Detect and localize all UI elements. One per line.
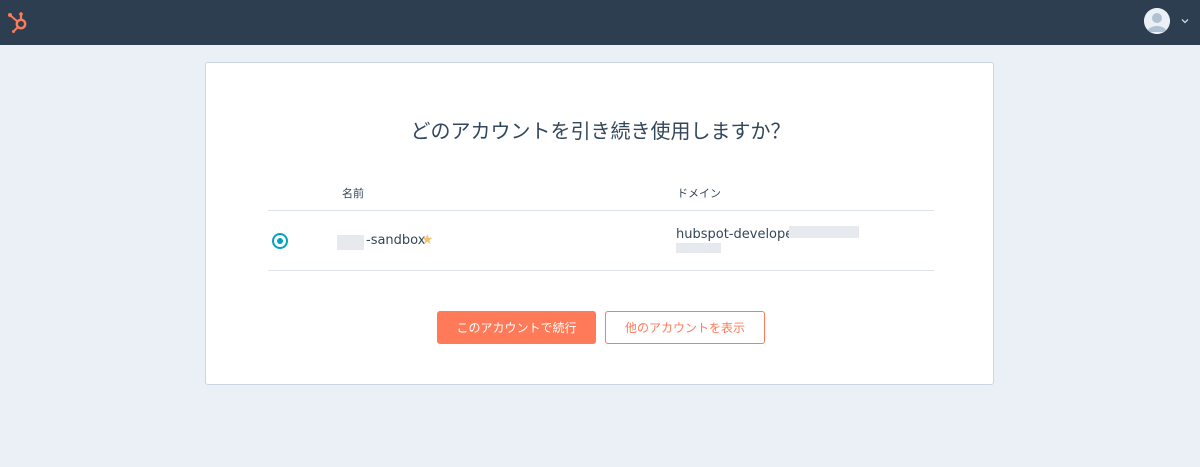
dialog-title: どのアカウントを引き続き使用しますか？ — [410, 119, 791, 143]
redacted-domain-line2 — [676, 243, 721, 253]
radio-selected-dot — [277, 238, 283, 244]
chevron-down-icon[interactable] — [1180, 16, 1190, 26]
redacted-domain-suffix — [789, 226, 859, 238]
table-row-divider — [268, 270, 934, 271]
account-name: -sandbox — [366, 233, 426, 248]
show-other-accounts-button[interactable]: 他のアカウントを表示 — [605, 311, 765, 344]
star-icon: ★ — [421, 232, 434, 248]
column-header-name: 名前 — [342, 187, 364, 200]
column-header-domain: ドメイン — [677, 187, 721, 200]
continue-with-account-button[interactable]: このアカウントで続行 — [437, 311, 596, 344]
user-avatar-icon[interactable] — [1144, 8, 1170, 34]
table-header-divider — [268, 210, 934, 211]
top-navigation-bar — [0, 0, 1200, 45]
account-radio-button[interactable] — [272, 233, 288, 249]
account-selection-card: どのアカウントを引き続き使用しますか？ 名前 ドメイン -sandbox ★ h… — [205, 62, 994, 385]
redacted-name-prefix — [337, 235, 364, 250]
hubspot-sprocket-icon[interactable] — [6, 10, 30, 34]
